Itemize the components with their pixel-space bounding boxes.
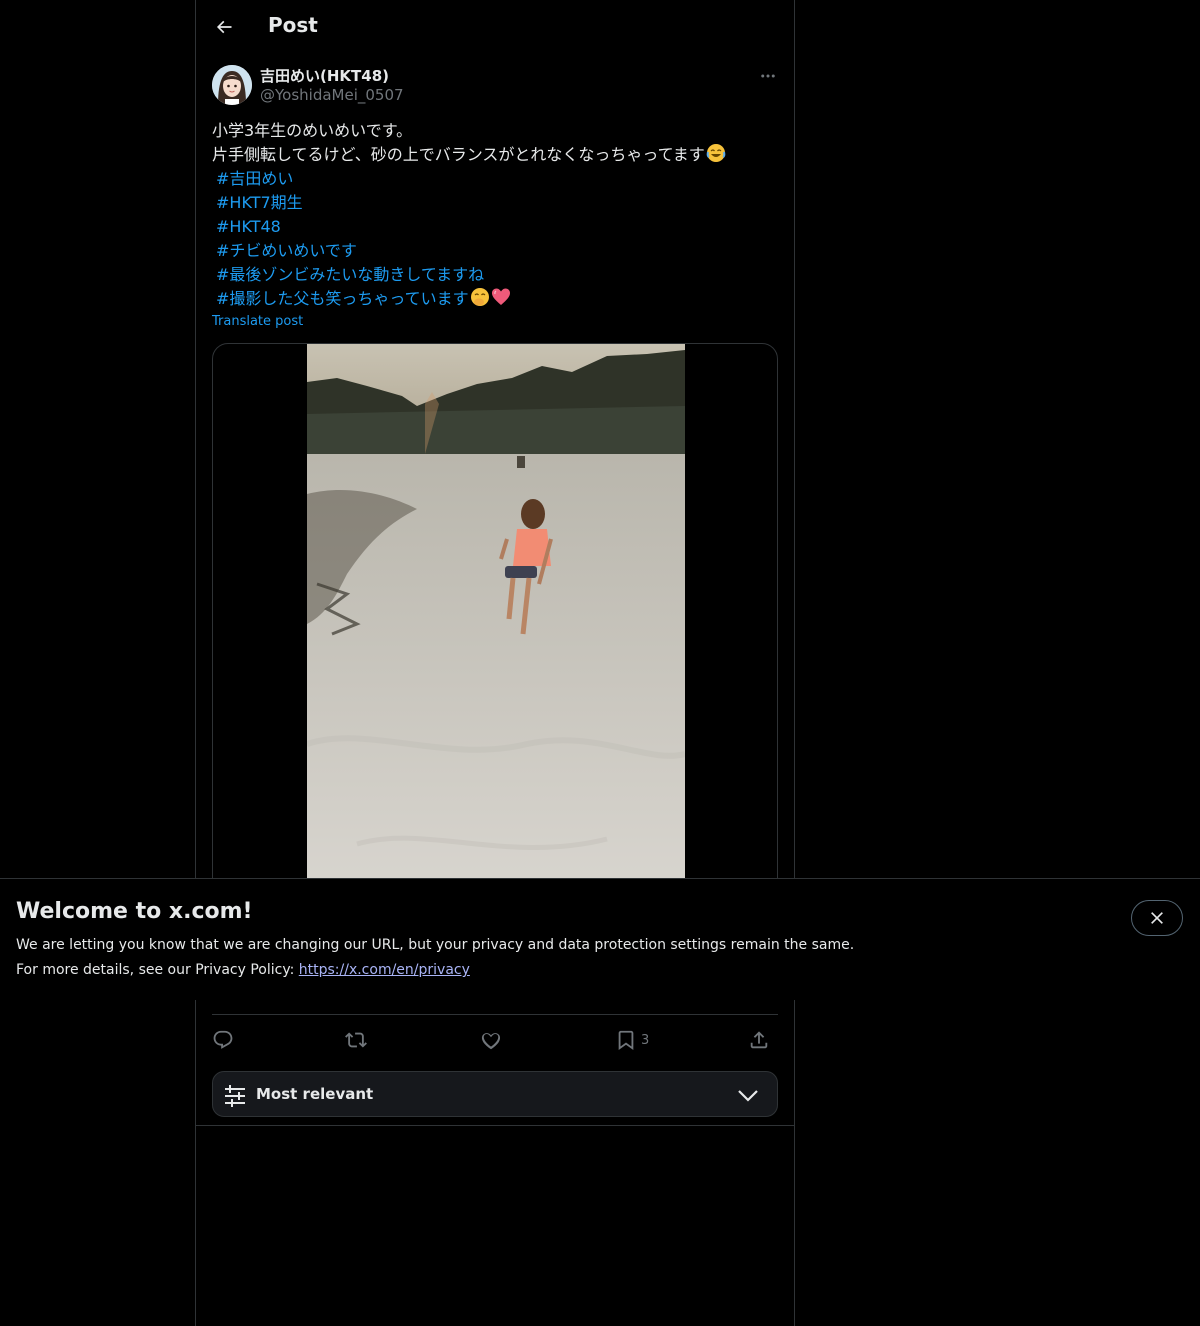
video-player[interactable] <box>307 344 685 902</box>
arrow-left-icon <box>216 20 232 34</box>
heart-emoji-icon <box>491 288 510 305</box>
hashtag-link[interactable]: #吉田めい <box>212 167 778 191</box>
post-text-line: 小学3年生のめいめいです。 <box>212 121 413 140</box>
hand-over-mouth-emoji-icon <box>470 288 489 306</box>
section-divider <box>196 1125 794 1126</box>
video-media[interactable] <box>212 343 778 903</box>
repost-button[interactable] <box>345 1024 367 1056</box>
author-display-name[interactable]: 吉田めい(HKT48) <box>260 65 389 86</box>
post-text: 小学3年生のめいめいです。 片手側転してるけど、砂の上でバランスがとれなくなっち… <box>212 119 778 311</box>
post-header: Post <box>196 0 794 54</box>
sort-label: Most relevant <box>256 1085 374 1103</box>
primary-column: Post 吉田めい(HKT48) @YoshidaMei_0507 小学3年生の… <box>195 0 795 1326</box>
banner-message: We are letting you know that we are chan… <box>16 937 855 953</box>
bookmark-button[interactable]: 3 <box>615 1024 649 1056</box>
bookmark-icon <box>618 1030 634 1051</box>
share-button[interactable] <box>748 1024 770 1056</box>
post-text-line-with-emoji: 片手側転してるけど、砂の上でバランスがとれなくなっちゃってます <box>212 143 778 167</box>
chevron-down-icon <box>738 1090 758 1102</box>
welcome-banner: Welcome to x.com! We are letting you kno… <box>0 878 1200 1000</box>
reply-icon <box>213 1030 233 1049</box>
like-button[interactable] <box>480 1024 502 1056</box>
reply-sort-dropdown[interactable]: Most relevant <box>212 1071 778 1117</box>
heart-icon <box>481 1033 501 1050</box>
page-title: Post <box>268 13 318 37</box>
share-icon <box>750 1031 768 1049</box>
post-text-line: 片手側転してるけど、砂の上でバランスがとれなくなっちゃってます <box>212 145 705 164</box>
video-frame <box>307 344 685 902</box>
more-horizontal-icon <box>761 74 775 78</box>
avatar-image <box>212 65 252 105</box>
more-options-button[interactable] <box>754 62 782 90</box>
banner-privacy-prefix: For more details, see our Privacy Policy… <box>16 962 299 978</box>
actions-divider <box>212 1014 778 1015</box>
sliders-icon <box>225 1085 245 1107</box>
avatar[interactable] <box>212 65 252 105</box>
repost-icon <box>345 1032 367 1048</box>
tears-of-joy-emoji-icon <box>706 144 726 162</box>
close-icon <box>1151 912 1163 924</box>
post-actions: 3 <box>212 1024 778 1056</box>
hashtag-link[interactable]: #撮影した父も笑っちゃっています <box>216 289 469 308</box>
translate-post-link[interactable]: Translate post <box>212 314 303 329</box>
hashtag-link[interactable]: #HKT7期生 <box>212 191 778 215</box>
hashtag-line-with-emoji: #撮影した父も笑っちゃっています <box>212 287 778 311</box>
back-button[interactable] <box>204 7 244 47</box>
hashtag-link[interactable]: #チビめいめいです <box>212 239 778 263</box>
close-banner-button[interactable] <box>1131 900 1183 936</box>
banner-privacy-line: For more details, see our Privacy Policy… <box>16 962 470 978</box>
privacy-policy-link[interactable]: https://x.com/en/privacy <box>299 962 470 978</box>
author-handle[interactable]: @YoshidaMei_0507 <box>260 86 404 104</box>
bookmark-count: 3 <box>641 1032 650 1048</box>
hashtag-link[interactable]: #HKT48 <box>212 215 778 239</box>
reply-button[interactable] <box>212 1024 234 1056</box>
hashtag-link[interactable]: #最後ゾンビみたいな動きしてますね <box>212 263 778 287</box>
banner-title: Welcome to x.com! <box>16 899 253 924</box>
